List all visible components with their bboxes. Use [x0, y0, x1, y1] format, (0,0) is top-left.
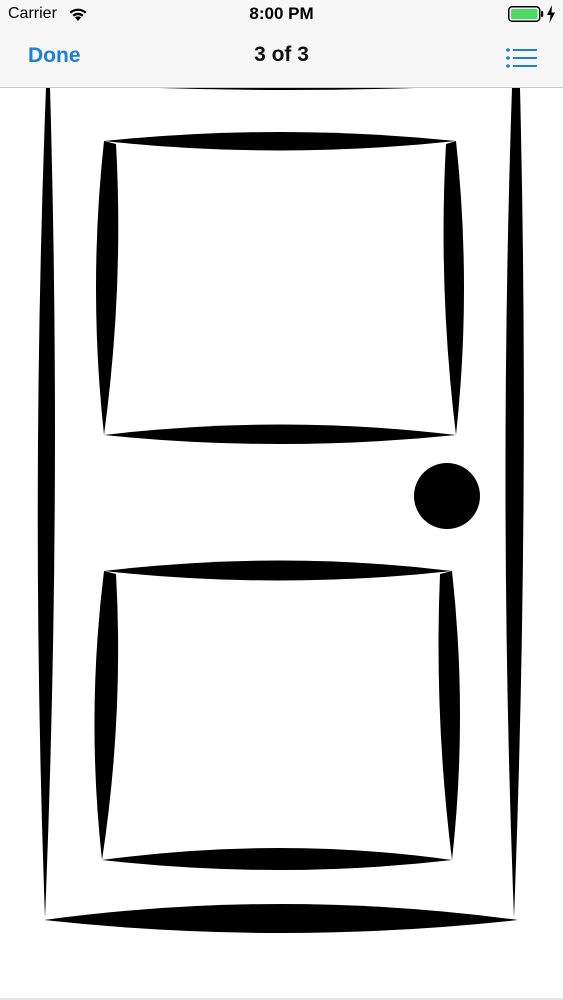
lower-panel-right	[438, 571, 460, 860]
lower-panel-bottom	[102, 848, 452, 870]
navigation-bar: Done 3 of 3	[0, 30, 563, 88]
door-left-edge	[37, 88, 55, 918]
page-title: 3 of 3	[254, 43, 309, 66]
door-bottom-edge	[44, 904, 518, 933]
charging-icon	[547, 5, 555, 23]
upper-panel-top	[104, 132, 456, 151]
screen: Carrier 8:00 PM Done 3 of 3	[0, 0, 563, 1000]
upper-panel-left	[96, 141, 119, 435]
door-top-edge	[160, 88, 415, 90]
preview-content	[0, 88, 563, 999]
upper-panel-bottom	[104, 424, 456, 444]
upper-panel-right	[443, 141, 464, 435]
lower-panel-left	[94, 571, 119, 860]
list-icon[interactable]	[503, 44, 539, 72]
lower-panel-top	[104, 560, 452, 581]
door-right-edge	[505, 88, 524, 918]
battery-icon	[508, 6, 544, 22]
door-knob	[414, 463, 480, 529]
door-drawing	[37, 88, 524, 933]
status-bar: Carrier 8:00 PM	[0, 0, 563, 30]
status-time: 8:00 PM	[249, 4, 314, 23]
